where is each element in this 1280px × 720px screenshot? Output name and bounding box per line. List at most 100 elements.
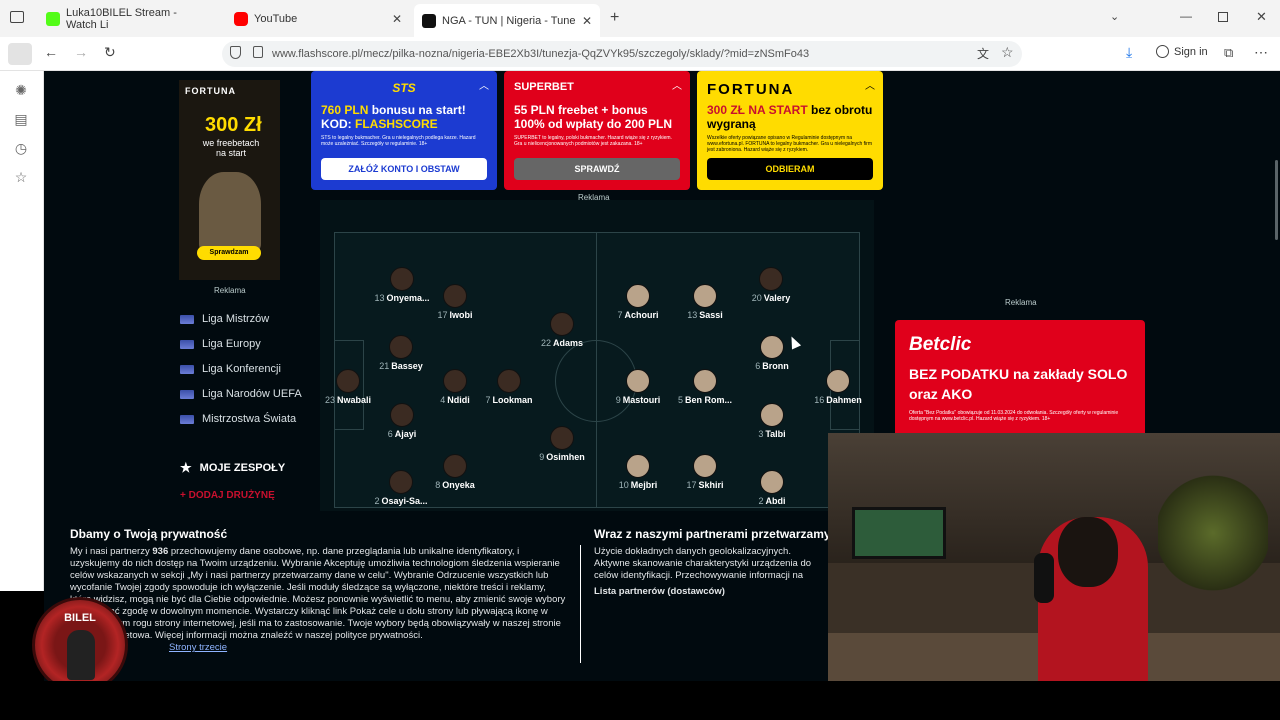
player-number: 13: [687, 310, 698, 320]
favorites-icon[interactable]: ☆: [12, 168, 30, 186]
player-home[interactable]: 9 Osimhen: [522, 426, 602, 462]
close-tab-icon[interactable]: ✕: [392, 12, 402, 26]
nav-label: Liga Narodów UEFA: [202, 388, 302, 400]
player-home[interactable]: 23 Nwabali: [308, 369, 388, 405]
fortuna-cta-button[interactable]: ODBIERAM: [707, 158, 873, 180]
page-scrollbar[interactable]: [1275, 160, 1278, 240]
ad-subtitle: we freebetach na start: [202, 138, 260, 158]
minimize-button[interactable]: —: [1180, 9, 1192, 23]
nav-item-liga-narodow[interactable]: Liga Narodów UEFA: [180, 388, 302, 400]
player-away[interactable]: 5 Ben Rom...: [665, 369, 745, 405]
back-icon[interactable]: ←: [44, 44, 58, 60]
sidebar-toggle-icon[interactable]: [8, 43, 32, 65]
player-avatar: [443, 369, 467, 393]
player-home[interactable]: 22 Adams: [522, 312, 602, 348]
maximize-button[interactable]: [1218, 12, 1228, 22]
star-icon[interactable]: ☆: [1001, 44, 1014, 61]
player-number: 10: [618, 480, 629, 490]
player-away[interactable]: 3 Talbi: [732, 403, 812, 439]
player-avatar: [497, 369, 521, 393]
chevron-down-icon[interactable]: ⌄: [1110, 10, 1119, 23]
player-away[interactable]: 20 Valery: [731, 267, 811, 303]
url-text: www.flashscore.pl/mecz/pilka-nozna/niger…: [272, 48, 810, 60]
player-away[interactable]: 2 Abdi: [732, 470, 812, 510]
my-teams-heading: ★ MOJE ZESPOŁY: [180, 460, 285, 476]
lock-icon[interactable]: [253, 46, 263, 58]
tab-kick[interactable]: Luka10BILEL Stream - Watch Li: [38, 6, 216, 32]
youtube-icon: [234, 12, 248, 26]
copilot-icon[interactable]: ✺: [12, 81, 30, 99]
star-icon: ★: [180, 460, 192, 475]
ad-headline: bonusu na start!: [368, 103, 466, 117]
ad-person-image: [199, 172, 261, 252]
player-avatar: [826, 369, 850, 393]
player-avatar: [550, 426, 574, 450]
ad-code-prefix: KOD:: [321, 117, 355, 131]
extensions-icon[interactable]: ⧉: [1224, 45, 1233, 61]
stream-bottom-bar: [0, 681, 1280, 720]
player-home[interactable]: 21 Bassey: [361, 335, 441, 371]
superbet-cta-button[interactable]: SPRAWDŹ: [514, 158, 680, 180]
left-fortuna-ad[interactable]: FORTUNA 300 Zł we freebetach na start Sp…: [179, 80, 280, 280]
player-avatar: [759, 267, 783, 291]
betclic-ad[interactable]: Betclic BEZ PODATKU na zakłady SOLO oraz…: [895, 320, 1145, 438]
tab-youtube[interactable]: YouTube ✕: [226, 6, 410, 32]
superbet-logo: SUPERBET: [514, 81, 574, 93]
sign-in-button[interactable]: Sign in: [1156, 45, 1208, 58]
tab-actions-icon[interactable]: [10, 11, 24, 23]
player-avatar: [626, 284, 650, 308]
tab-flashscore[interactable]: NGA - TUN | Nigeria - Tunezja | ✕: [414, 4, 600, 37]
collections-icon[interactable]: ▤: [12, 110, 30, 128]
new-tab-button[interactable]: +: [610, 9, 619, 27]
close-tab-icon[interactable]: ✕: [582, 14, 592, 28]
player-home[interactable]: 2 Osayi-Sa...: [361, 470, 441, 510]
history-icon[interactable]: ◷: [12, 139, 30, 157]
player-name: Abdi: [765, 496, 786, 506]
partners-count: 936: [152, 546, 169, 557]
nav-item-liga-konferencji[interactable]: Liga Konferencji: [180, 363, 281, 375]
nav-item-liga-mistrzow[interactable]: Liga Mistrzów: [180, 313, 269, 325]
privacy-title: Dbamy o Twoją prywatność: [70, 527, 228, 541]
nav-item-liga-europy[interactable]: Liga Europy: [180, 338, 261, 350]
player-name: Onyeka: [442, 480, 475, 490]
player-home[interactable]: 6 Ajayi: [362, 403, 442, 439]
player-number: 17: [686, 480, 697, 490]
ad-label: Reklama: [214, 286, 246, 295]
close-window-button[interactable]: ✕: [1256, 9, 1267, 25]
fortuna-ad[interactable]: ︿ FORTUNA 300 ZŁ NA START bez obrotu wyg…: [697, 71, 883, 190]
player-name: Mastouri: [622, 395, 661, 405]
fortuna-logo: FORTUNA: [707, 81, 795, 98]
add-team-link[interactable]: + DODAJ DRUŻYNĘ: [180, 490, 275, 501]
superbet-ad[interactable]: ︿ SUPERBET 55 PLN freebet + bonus 100% o…: [504, 71, 690, 190]
collapse-icon[interactable]: ︿: [672, 77, 682, 92]
player-avatar: [390, 267, 414, 291]
ad-button[interactable]: Sprawdzam: [197, 246, 261, 260]
sts-ad[interactable]: ︿ STS 760 PLN bonusu na start! KOD: FLAS…: [311, 71, 497, 190]
collapse-icon[interactable]: ︿: [865, 77, 875, 92]
player-name: Iwobi: [449, 310, 473, 320]
shield-icon[interactable]: [230, 46, 241, 59]
translate-icon[interactable]: 文: [977, 45, 989, 62]
reload-icon[interactable]: ↻: [104, 44, 116, 61]
more-menu-icon[interactable]: ⋯: [1254, 44, 1268, 61]
url-field[interactable]: www.flashscore.pl/mecz/pilka-nozna/niger…: [222, 41, 1022, 67]
player-away[interactable]: 16 Dahmen: [798, 369, 878, 405]
nav-item-mistrzostwa-swiata[interactable]: Mistrzostwa Świata: [180, 413, 296, 425]
ad-label: Reklama: [1005, 298, 1037, 307]
download-icon[interactable]: ⤓: [1126, 44, 1132, 61]
player-away[interactable]: 6 Bronn: [732, 335, 812, 371]
player-home[interactable]: 17 Iwobi: [415, 284, 495, 320]
player-avatar: [693, 284, 717, 308]
channel-logo: BILEL: [32, 597, 128, 693]
sts-cta-button[interactable]: ZAŁÓŻ KONTO I OBSTAW: [321, 158, 487, 180]
partners-list-link[interactable]: Lista partnerów (dostawców): [594, 586, 725, 598]
webcam-microphone: [1034, 553, 1054, 603]
collapse-icon[interactable]: ︿: [479, 77, 489, 92]
player-home[interactable]: 7 Lookman: [469, 369, 549, 405]
forward-icon[interactable]: →: [74, 44, 88, 60]
nav-label: Liga Europy: [202, 338, 261, 350]
player-name: Ajayi: [394, 429, 417, 439]
player-name: Sassi: [699, 310, 723, 320]
webcam-overlay: [828, 433, 1280, 688]
third-parties-link[interactable]: Strony trzecie: [167, 642, 228, 654]
